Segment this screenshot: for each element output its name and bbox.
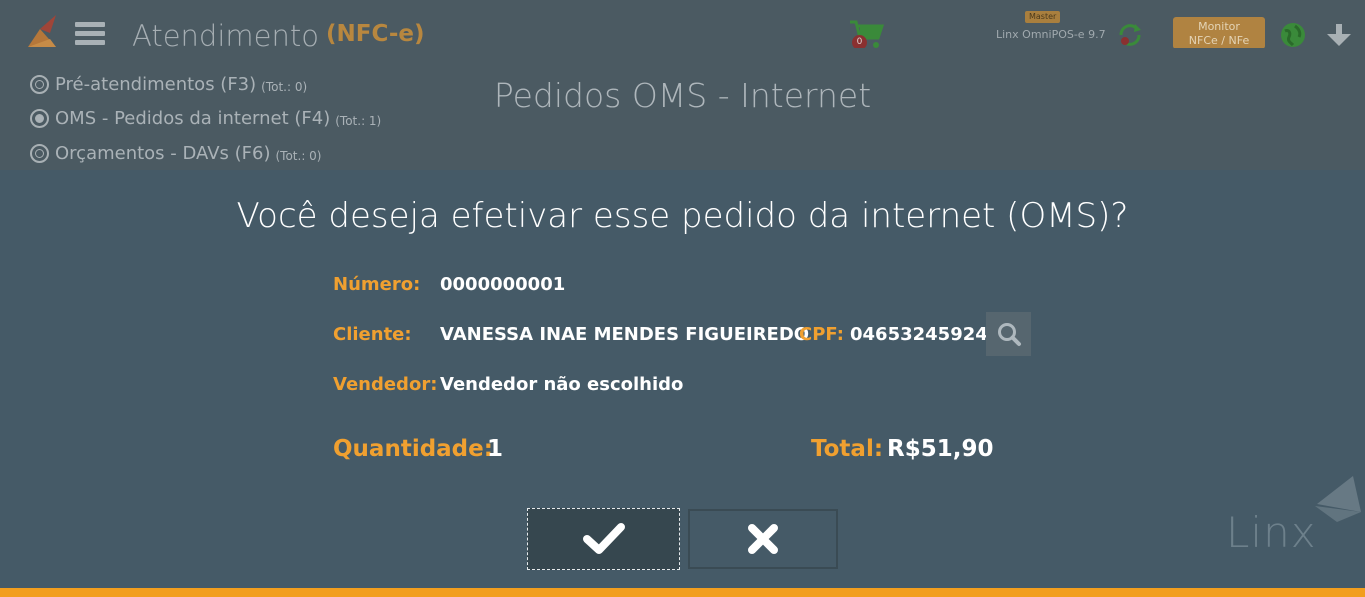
total-label: Total: (811, 436, 884, 462)
search-icon (997, 323, 1021, 346)
confirm-button[interactable] (527, 508, 680, 570)
app-subtitle: (NFC-e) (326, 21, 425, 47)
cancel-button[interactable] (688, 509, 838, 569)
quantidade-value: 1 (487, 436, 504, 462)
linx-watermark-text: Linx (1226, 508, 1317, 557)
page-heading: Pedidos OMS - Internet (493, 76, 872, 115)
cpf-label: CPF: (799, 324, 844, 345)
top-bar: Atendimento (NFC-e) 0 Master Linx OmniPO… (0, 0, 1365, 53)
dialog-question: Você deseja efetivar esse pedido da inte… (236, 196, 1129, 236)
numero-value: 0000000001 (440, 274, 566, 295)
menu-icon[interactable] (75, 22, 105, 46)
globe-icon[interactable] (1279, 21, 1307, 49)
sync-icon[interactable] (1117, 22, 1143, 48)
cpf-value: 04653245924 (850, 324, 988, 345)
quantidade-label: Quantidade: (333, 436, 493, 462)
filter-panel: Pré-atendimentos (F3) (Tot.: 0) OMS - Pe… (0, 48, 1365, 170)
close-icon (748, 524, 778, 554)
arrow-down-icon[interactable] (1325, 22, 1353, 48)
version-label: Linx OmniPOS-e 9.7 (996, 28, 1106, 41)
master-badge: Master (1025, 11, 1061, 23)
filter-orcamentos[interactable]: Orçamentos - DAVs (F6) (Tot.: 0) (30, 141, 322, 165)
cliente-value: VANESSA INAE MENDES FIGUEIREDO (440, 324, 810, 345)
check-icon (582, 523, 625, 554)
monitor-button-line1: Monitor (1198, 20, 1240, 33)
search-client-button[interactable] (986, 312, 1031, 356)
total-value: R$51,90 (887, 436, 994, 462)
monitor-button-line2: NFCe / NFe (1188, 34, 1250, 47)
radio-icon (30, 143, 49, 163)
filter-total: (Tot.: 1) (335, 114, 382, 128)
accent-strip (0, 588, 1365, 597)
filter-total: (Tot.: 0) (275, 149, 322, 163)
logo-icon (28, 15, 56, 47)
monitor-nfce-button[interactable]: Monitor NFCe / NFe (1173, 17, 1265, 49)
numero-label: Número: (333, 274, 421, 295)
filter-label: Orçamentos - DAVs (F6) (55, 142, 271, 164)
confirm-order-dialog: Você deseja efetivar esse pedido da inte… (0, 170, 1365, 588)
vendedor-value: Vendedor não escolhido (440, 374, 684, 395)
cliente-label: Cliente: (333, 324, 412, 345)
vendedor-label: Vendedor: (333, 374, 438, 395)
